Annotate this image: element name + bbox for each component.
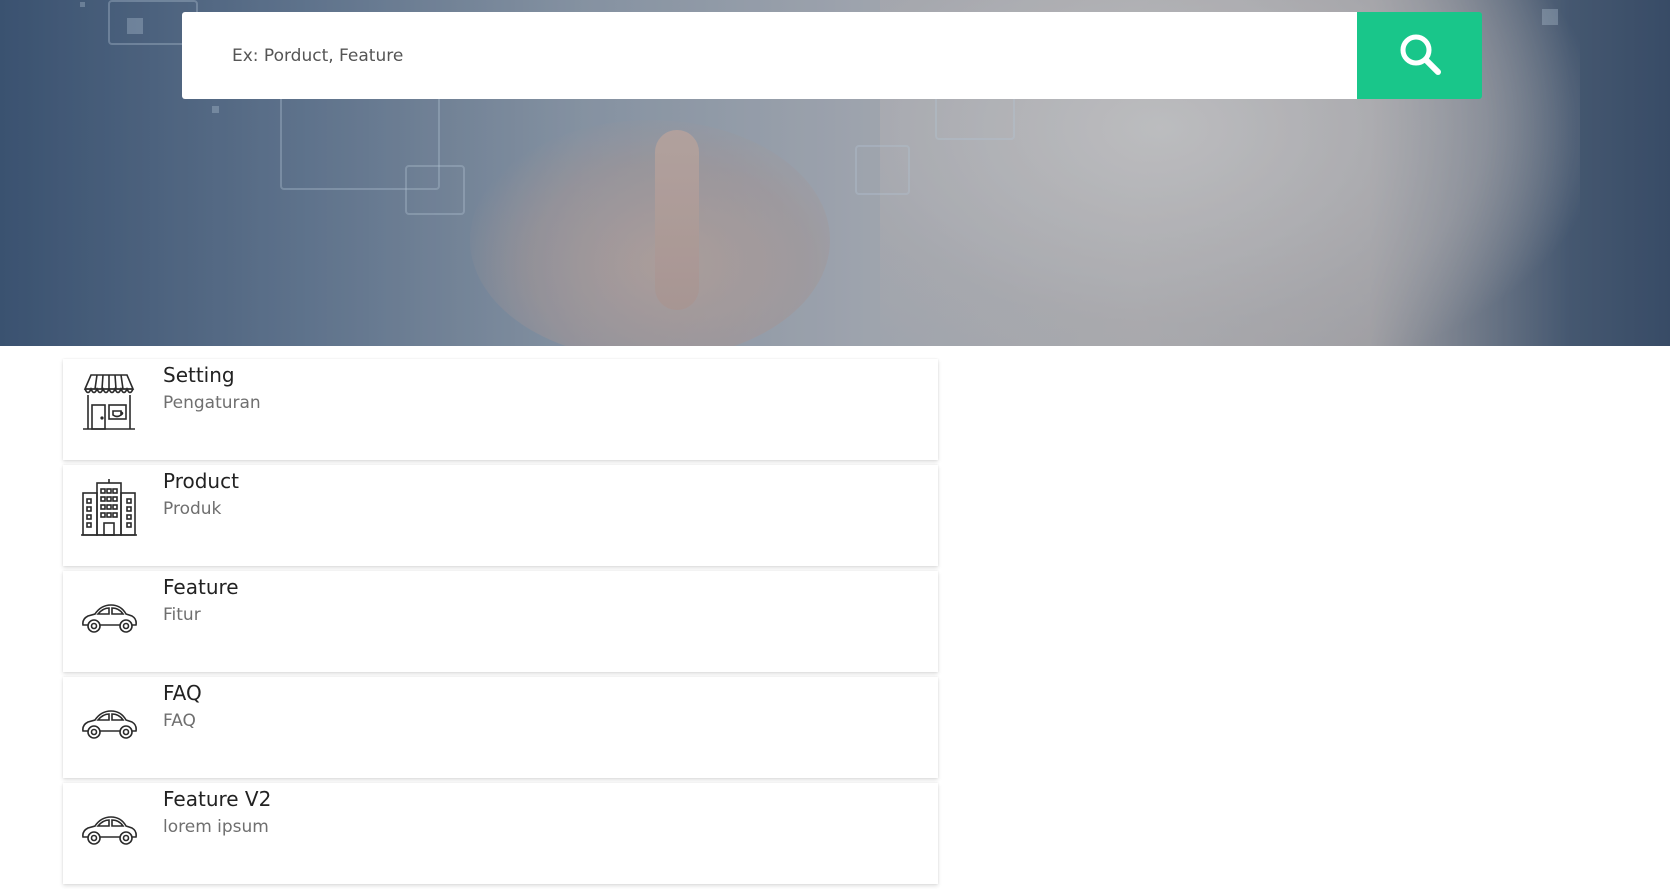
store-icon	[79, 371, 139, 431]
list-item-product[interactable]: Product Produk	[63, 465, 938, 566]
list-item-feature[interactable]: Feature Fitur	[63, 571, 938, 672]
search-input[interactable]	[182, 12, 1357, 99]
building-icon	[79, 477, 139, 537]
car-icon	[79, 689, 139, 749]
search-button[interactable]	[1357, 12, 1482, 99]
item-subtitle: Pengaturan	[163, 393, 261, 413]
item-subtitle: FAQ	[163, 711, 196, 731]
item-subtitle: lorem ipsum	[163, 817, 269, 837]
list-item-faq[interactable]: FAQ FAQ	[63, 677, 938, 778]
list-item-feature-v2[interactable]: Feature V2 lorem ipsum	[63, 783, 938, 884]
item-title: Product	[163, 469, 239, 493]
list-item-setting[interactable]: Setting Pengaturan	[63, 359, 938, 460]
item-title: Feature V2	[163, 787, 272, 811]
search-icon	[1397, 31, 1443, 80]
car-icon	[79, 795, 139, 855]
item-title: FAQ	[163, 681, 202, 705]
item-title: Feature	[163, 575, 239, 599]
menu-list: Setting Pengaturan Product Produk Featur…	[63, 359, 938, 889]
search-bar	[182, 12, 1482, 99]
item-subtitle: Produk	[163, 499, 222, 519]
car-icon	[79, 583, 139, 643]
item-title: Setting	[163, 363, 235, 387]
item-subtitle: Fitur	[163, 605, 201, 625]
